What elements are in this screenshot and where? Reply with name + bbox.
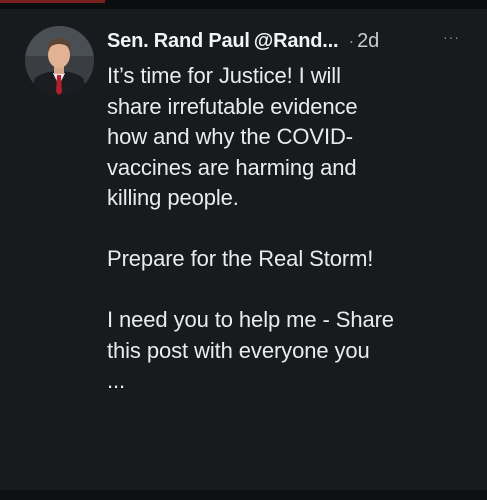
tweet-line: how and why the COVID- [107,124,354,149]
avatar[interactable] [25,26,94,95]
more-options-icon[interactable]: ··· [443,29,467,45]
tweet-line: share irrefutable evidence [107,93,358,119]
tweet-ellipsis[interactable]: ... [107,366,457,397]
avatar-image [25,26,94,95]
author-name[interactable]: Sen. Rand Paul [107,30,250,52]
tweet-timestamp[interactable]: 2d [357,30,379,52]
author-handle[interactable]: @Rand... [254,30,339,52]
top-accent-bar [0,0,105,3]
tweet-line: killing people. [107,185,239,210]
tweet-text: It’s time for Justice! I will share irre… [107,61,457,397]
tweet-header: Sen. Rand Paul @Rand... · 2d [107,27,477,55]
tweet-line: vaccines are harming and [107,154,357,180]
tweet-line: Prepare for the Real Storm! [107,246,374,271]
tweet-line: this post with everyone you [107,337,370,363]
bottom-strip [0,490,487,500]
top-strip [0,0,487,9]
tweet-card[interactable]: Sen. Rand Paul @Rand... · 2d ··· It’s time … [0,9,487,490]
tweet-line: It’s time for Justice! I will [107,63,341,88]
header-separator: · [348,31,355,51]
tweet-line: I need you to help me - Share [107,307,394,332]
